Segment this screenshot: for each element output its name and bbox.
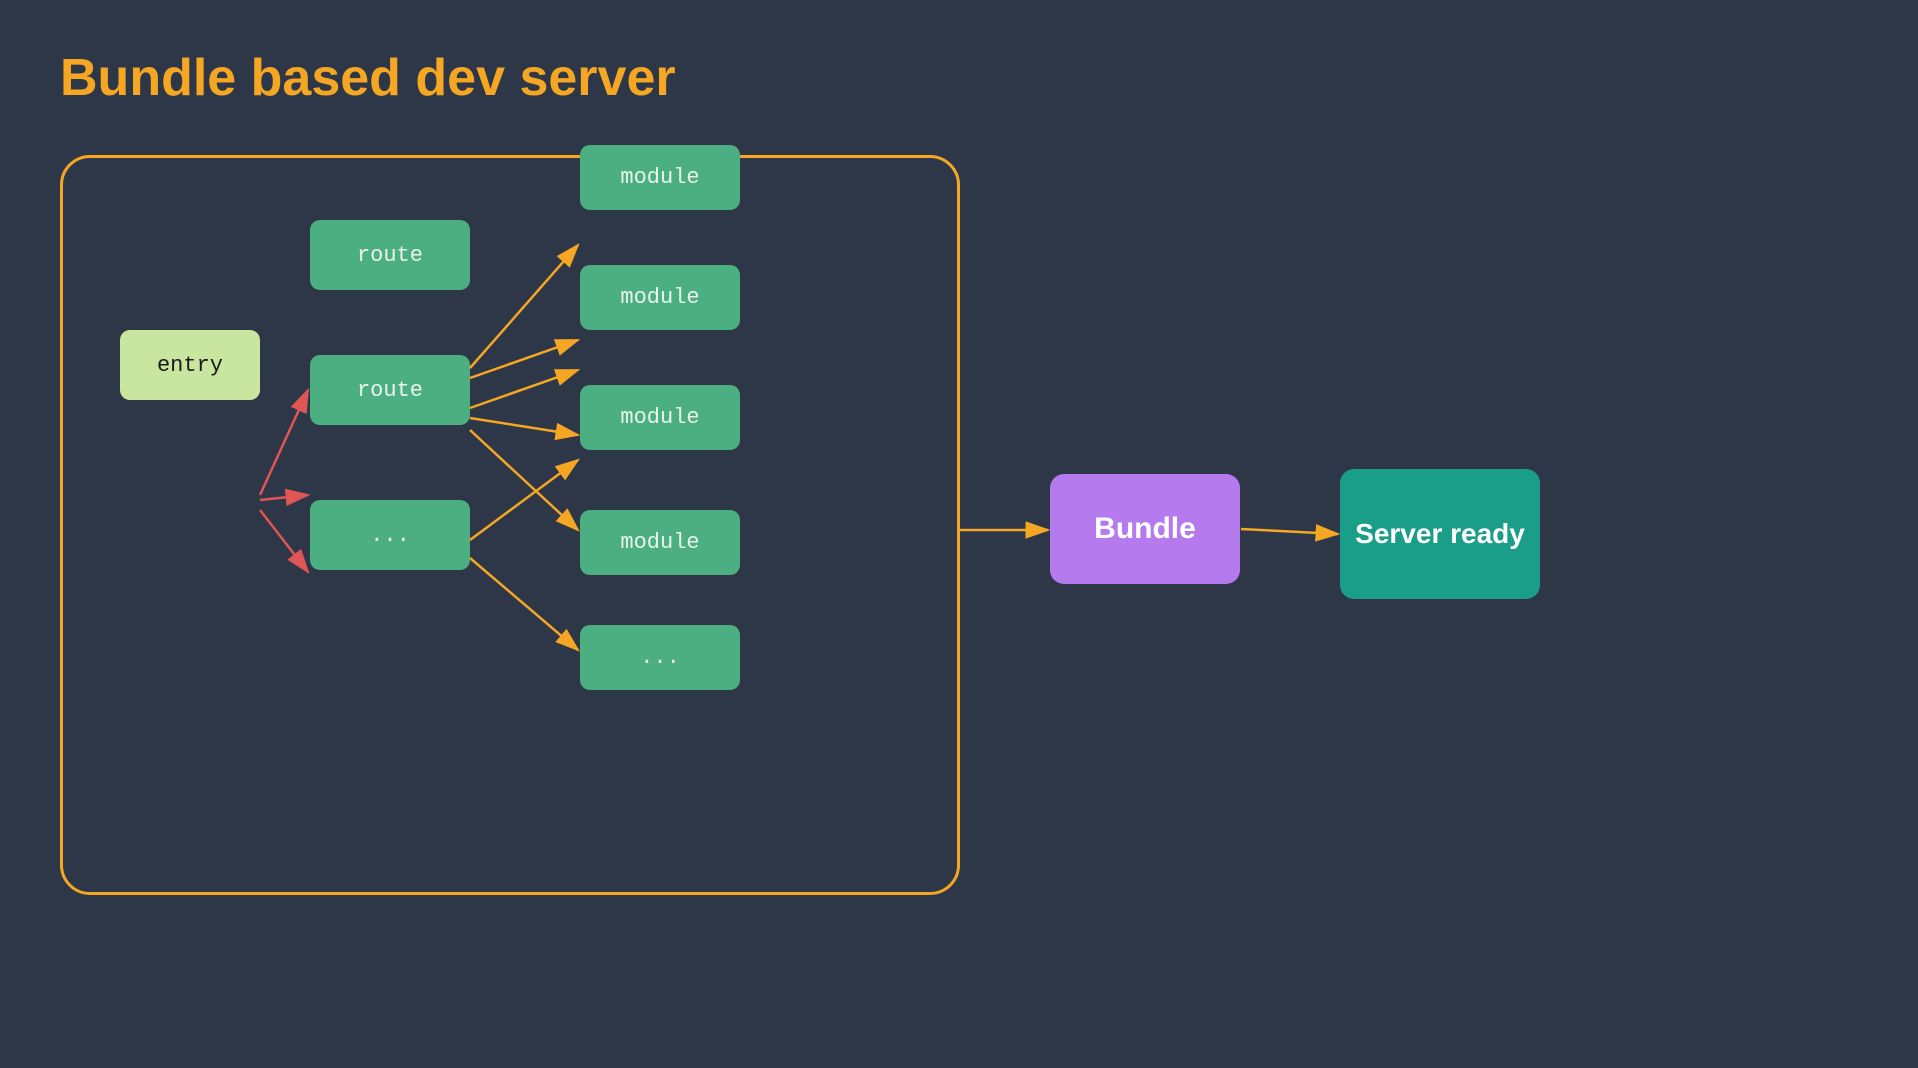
module-node-4: module <box>580 510 740 575</box>
page-title: Bundle based dev server <box>60 48 676 108</box>
module-node-3: module <box>580 385 740 450</box>
server-ready-node: Server ready <box>1340 469 1540 599</box>
module-node-2: module <box>580 265 740 330</box>
route-node-1: route <box>310 220 470 290</box>
route-node-2: route <box>310 355 470 425</box>
bundle-box-container <box>60 155 960 895</box>
module-node-1: module <box>580 145 740 210</box>
bundle-node: Bundle <box>1050 474 1240 584</box>
entry-node: entry <box>120 330 260 400</box>
ellipsis-node-left: ... <box>310 500 470 570</box>
ellipsis-node-right: ... <box>580 625 740 690</box>
